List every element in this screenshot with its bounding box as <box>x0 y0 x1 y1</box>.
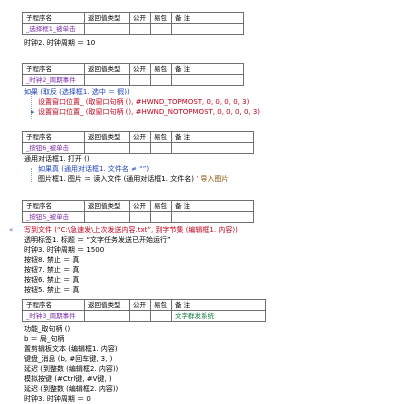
header-name: 子程序名 <box>22 12 85 24</box>
subroutine-name[interactable]: _按钮5_被单击 <box>22 211 85 223</box>
header-public: 公开 <box>129 131 151 143</box>
header-easy: 易包 <box>150 200 172 212</box>
code-line[interactable]: 模拟按键 (#Ctrl键, #V键, ) <box>24 375 112 384</box>
header-public: 公开 <box>129 12 151 24</box>
header-name: 子程序名 <box>22 131 85 143</box>
breakpoint-arrow-icon: ▸ <box>31 108 35 116</box>
header-return: 返回值类型 <box>84 200 130 212</box>
easy-cell[interactable] <box>150 23 172 35</box>
return-type[interactable] <box>84 23 130 35</box>
public-cell[interactable] <box>129 23 151 35</box>
header-note: 备 注 <box>171 200 254 212</box>
line-marker-icon: « <box>9 226 14 234</box>
header-name: 子程序名 <box>22 63 85 75</box>
easy-cell[interactable] <box>150 142 172 154</box>
header-return: 返回值类型 <box>84 12 130 24</box>
code-line[interactable]: 图片框1. 图片 ＝ 读入文件 (通用对话框1. 文件名) ' 导入图片 <box>38 175 228 184</box>
easy-cell[interactable] <box>150 74 172 86</box>
header-public: 公开 <box>129 299 151 311</box>
code-line[interactable]: 功能_取句柄 () <box>24 325 70 334</box>
code-line[interactable]: 通用对话框1. 打开 () <box>24 155 90 164</box>
return-type[interactable] <box>84 211 130 223</box>
header-return: 返回值类型 <box>84 63 130 75</box>
subroutine-name[interactable]: _按钮6_被单击 <box>22 142 85 154</box>
code-line-if[interactable]: 如果真 (通用对话框1. 文件名 ≠ “”) <box>38 165 149 174</box>
note-cell[interactable] <box>171 23 244 35</box>
code-line[interactable]: b ＝ 局_句柄 <box>24 335 64 344</box>
note-cell[interactable] <box>171 211 254 223</box>
public-cell[interactable] <box>129 74 151 86</box>
note-cell[interactable]: 文字群发系统 <box>171 310 266 322</box>
code-line[interactable]: 时钟3. 时钟周期 ＝ 1500 <box>24 246 104 255</box>
subroutine-table-3: 子程序名 返回值类型 公开 易包 备 注 _按钮6_被单击 <box>22 131 254 154</box>
header-public: 公开 <box>129 63 151 75</box>
easy-cell[interactable] <box>150 211 172 223</box>
code-line[interactable]: 延迟 (到整数 (编辑框2. 内容)) <box>24 365 118 374</box>
header-easy: 易包 <box>150 131 172 143</box>
return-type[interactable] <box>84 310 130 322</box>
public-cell[interactable] <box>129 211 151 223</box>
public-cell[interactable] <box>129 142 151 154</box>
easy-cell[interactable] <box>150 310 172 322</box>
subroutine-table-5: 子程序名 返回值类型 公开 易包 备 注 _时钟3_周期事件 文字群发系统 <box>22 299 266 322</box>
header-note: 备 注 <box>171 299 266 311</box>
code-line[interactable]: 按钮6. 禁止 ＝ 真 <box>24 276 79 285</box>
flow-guide <box>31 168 32 182</box>
code-line[interactable]: 按钮5. 禁止 ＝ 真 <box>24 286 79 295</box>
subroutine-name[interactable]: _时钟2_周期事件 <box>22 74 85 86</box>
code-line[interactable]: 设置窗口位置_ (取窗口句柄 (), #HWND_NOTOPMOST, 0, 0… <box>38 108 260 117</box>
subroutine-table-4: 子程序名 返回值类型 公开 易包 备 注 _按钮5_被单击 <box>22 200 254 223</box>
code-line-if[interactable]: 如果 (取反 (选择框1. 选中 ＝ 假)) <box>24 88 130 97</box>
subroutine-name[interactable]: _选择框1_被单击 <box>22 23 85 35</box>
return-type[interactable] <box>84 74 130 86</box>
code-line[interactable]: 写到文件 (“C:\急速发\上次发送内容.txt”, 到字节集 (编辑框1. 内… <box>24 226 238 235</box>
code-text: 图片框1. 图片 ＝ 读入文件 (通用对话框1. 文件名) <box>38 175 194 183</box>
code-comment: ' 导入图片 <box>196 175 229 183</box>
header-note: 备 注 <box>171 63 244 75</box>
header-return: 返回值类型 <box>84 131 130 143</box>
subroutine-table-1: 子程序名 返回值类型 公开 易包 备 注 _选择框1_被单击 <box>22 12 244 35</box>
code-line[interactable]: 透明标签1. 标题 ＝ “文字任务发送已开始运行” <box>24 236 171 245</box>
header-note: 备 注 <box>171 131 254 143</box>
code-line[interactable]: 置剪辑板文本 (编辑框1. 内容) <box>24 345 118 354</box>
header-easy: 易包 <box>150 299 172 311</box>
code-line[interactable]: 时钟2. 时钟周期 ＝ 10 <box>24 39 95 48</box>
header-return: 返回值类型 <box>84 299 130 311</box>
header-easy: 易包 <box>150 63 172 75</box>
header-name: 子程序名 <box>22 200 85 212</box>
header-public: 公开 <box>129 200 151 212</box>
public-cell[interactable] <box>129 310 151 322</box>
subroutine-name[interactable]: _时钟3_周期事件 <box>22 310 85 322</box>
subroutine-table-2: 子程序名 返回值类型 公开 易包 备 注 _时钟2_周期事件 <box>22 63 244 86</box>
return-type[interactable] <box>84 142 130 154</box>
code-line[interactable]: 延迟 (到整数 (编辑框2. 内容)) <box>24 385 118 394</box>
note-cell[interactable] <box>171 142 254 154</box>
code-line[interactable]: 按钮7. 禁止 ＝ 真 <box>24 266 79 275</box>
header-easy: 易包 <box>150 12 172 24</box>
code-line[interactable]: 设置窗口位置_ (取窗口句柄 (), #HWND_TOPMOST, 0, 0, … <box>38 98 249 107</box>
note-cell[interactable] <box>171 74 244 86</box>
header-name: 子程序名 <box>22 299 85 311</box>
code-line[interactable]: 按钮8. 禁止 ＝ 真 <box>24 256 79 265</box>
header-note: 备 注 <box>171 12 244 24</box>
code-line[interactable]: 键盘_消息 (b, #回车键, 3, ) <box>24 355 112 364</box>
